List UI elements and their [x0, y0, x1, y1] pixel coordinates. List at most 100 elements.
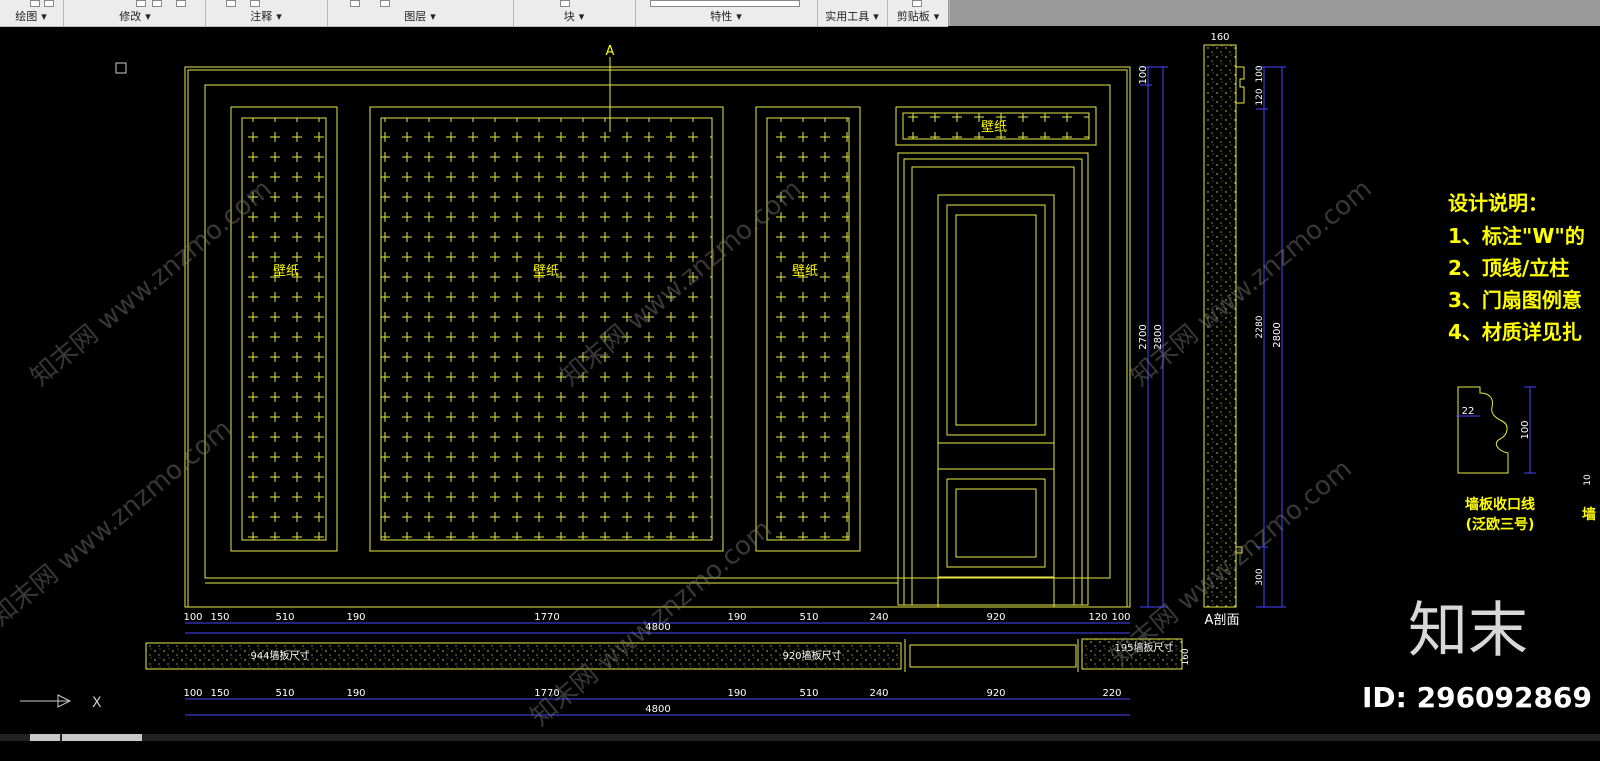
section-marker-label: A — [606, 44, 615, 59]
dimension-text: 120 — [1088, 612, 1107, 623]
ucs-icon — [20, 694, 72, 708]
tool-icon[interactable] — [380, 0, 390, 7]
dimension-text: 100 — [1520, 420, 1531, 439]
wallpaper-label: 壁纸 — [273, 264, 299, 279]
dimension-text: 510 — [799, 688, 818, 699]
dimension-text: 22 — [1462, 406, 1475, 417]
tool-icon[interactable] — [350, 0, 360, 7]
drawing-canvas[interactable]: A 壁纸 壁纸 壁纸 壁纸 100 2700 2800 100 150 510 190… — [0, 27, 1600, 761]
chevron-down-icon[interactable]: ▾ — [873, 10, 879, 23]
chevron-down-icon[interactable]: ▾ — [430, 10, 436, 23]
dimension-text: 2800 — [1272, 322, 1283, 347]
notes-title: 设计说明： — [1448, 191, 1548, 215]
chevron-down-icon[interactable]: ▾ — [41, 10, 47, 23]
panel-separator — [949, 0, 950, 26]
profile-name: 墙板收口线 — [1465, 496, 1535, 513]
panel-left — [230, 106, 338, 552]
dimension-text: 2280 — [1255, 315, 1265, 338]
ribbon-panel-label: 剪贴板 — [896, 10, 930, 23]
paste-icon[interactable] — [912, 0, 922, 7]
dimension-text: 150 — [210, 688, 229, 699]
note-line: 2、顶线/立柱 — [1448, 256, 1569, 280]
ribbon-panel-5[interactable]: 特性 ▾ — [636, 10, 816, 24]
panel-size-label: 920墙板尺寸 — [782, 649, 841, 662]
note-line: 4、材质详见扎 — [1448, 320, 1582, 344]
ribbon-panel-label: 修改 — [119, 10, 142, 23]
tool-icon[interactable] — [250, 0, 260, 7]
dimension-text: 220 — [1102, 688, 1121, 699]
dimension-text: 2700 — [1138, 324, 1149, 349]
ribbon-panel-label: 图层 — [404, 10, 427, 23]
dimension-text: 510 — [799, 612, 818, 623]
dimension-text: 510 — [275, 612, 294, 623]
dimension-text: 300 — [1255, 568, 1265, 585]
profile-name-cut: 墙 — [1582, 506, 1596, 523]
dimension-text: 190 — [346, 688, 365, 699]
ribbon-panel-label: 注释 — [250, 10, 273, 23]
dimension-text: 240 — [869, 688, 888, 699]
ribbon-empty-area — [948, 0, 1600, 26]
ucs-x-label: X — [92, 695, 102, 711]
ribbon-panel-label: 块 — [563, 10, 575, 23]
ribbon-panel-3[interactable]: 图层 ▾ — [328, 10, 512, 24]
tool-icon[interactable] — [30, 0, 40, 7]
door-elevation — [897, 152, 1089, 608]
dimension-row-2: 100 150 510 190 1770 190 510 240 920 220 — [183, 688, 1121, 699]
section-title: A剖面 — [1205, 613, 1240, 628]
trim-profile — [1457, 386, 1509, 474]
dimension-text: 10 — [1583, 474, 1593, 486]
tool-icon[interactable] — [560, 0, 570, 7]
dimension-text: 100 — [183, 688, 202, 699]
dimension-text: 190 — [727, 612, 746, 623]
watermark-id: ID: 296092869 — [1362, 681, 1592, 714]
tool-icon[interactable] — [152, 0, 162, 7]
dimension-text: 150 — [210, 612, 229, 623]
note-line: 1、标注"W"的 — [1448, 224, 1585, 248]
ribbon-panel-6[interactable]: 实用工具 ▾ — [818, 10, 886, 24]
ribbon-panel-label: 特性 — [710, 10, 733, 23]
dimension-text: 100 — [183, 612, 202, 623]
dimension-text: 160 — [1181, 648, 1191, 665]
dimension-text: 190 — [727, 688, 746, 699]
chevron-down-icon[interactable]: ▾ — [579, 10, 585, 23]
dimension-text: 920 — [986, 612, 1005, 623]
dimension-text: 120 — [1255, 88, 1265, 105]
viewport-control[interactable] — [115, 62, 127, 74]
tool-icon[interactable] — [136, 0, 146, 7]
panel-separator — [63, 0, 64, 26]
tool-icon[interactable] — [176, 0, 186, 7]
dimension-text: 240 — [869, 612, 888, 623]
chevron-down-icon[interactable]: ▾ — [276, 10, 282, 23]
ribbon-panel-1[interactable]: 修改 ▾ — [66, 10, 204, 24]
total-dimension: 4800 — [645, 704, 670, 715]
ribbon-panel-0[interactable]: 绘图 ▾ — [0, 10, 62, 24]
tool-icon[interactable] — [44, 0, 54, 7]
tool-icon[interactable] — [226, 0, 236, 7]
wallpaper-label: 壁纸 — [981, 120, 1007, 135]
watermark-logo: 知末 — [1408, 596, 1528, 666]
chevron-down-icon[interactable]: ▾ — [736, 10, 742, 23]
layout-tab[interactable] — [30, 734, 60, 741]
ribbon-panel-label: 实用工具 — [825, 10, 870, 23]
ribbon-panel-label: 绘图 — [15, 10, 38, 23]
layout-tab[interactable] — [62, 734, 142, 741]
dimension-text: 1770 — [534, 612, 559, 623]
wallpaper-label: 壁纸 — [533, 264, 559, 279]
dimension-text: 100 — [1111, 612, 1130, 623]
panel-right — [755, 106, 861, 552]
dimension-text: 100 — [1255, 65, 1265, 82]
dimension-text: 100 — [1138, 65, 1149, 84]
svg-text:知末网 www.znzmo.com: 知末网 www.znzmo.com — [0, 414, 238, 633]
panel-size-label: 944墙板尺寸 — [250, 649, 309, 662]
ribbon-panel-7[interactable]: 剪贴板 ▾ — [888, 10, 948, 24]
note-line: 3、门扇图例意 — [1448, 288, 1582, 312]
chevron-down-icon[interactable]: ▾ — [145, 10, 151, 23]
svg-text:知末网 www.znzmo.com: 知末网 www.znzmo.com — [25, 174, 277, 393]
dimension-text: 510 — [275, 688, 294, 699]
dimension-text: 160 — [1210, 32, 1229, 43]
profile-subtitle: (泛欧三号) — [1466, 516, 1535, 533]
ribbon-panel-4[interactable]: 块 ▾ — [514, 10, 634, 24]
ribbon-panel-2[interactable]: 注释 ▾ — [206, 10, 326, 24]
property-dropdown[interactable] — [650, 0, 800, 7]
chevron-down-icon[interactable]: ▾ — [934, 10, 940, 23]
